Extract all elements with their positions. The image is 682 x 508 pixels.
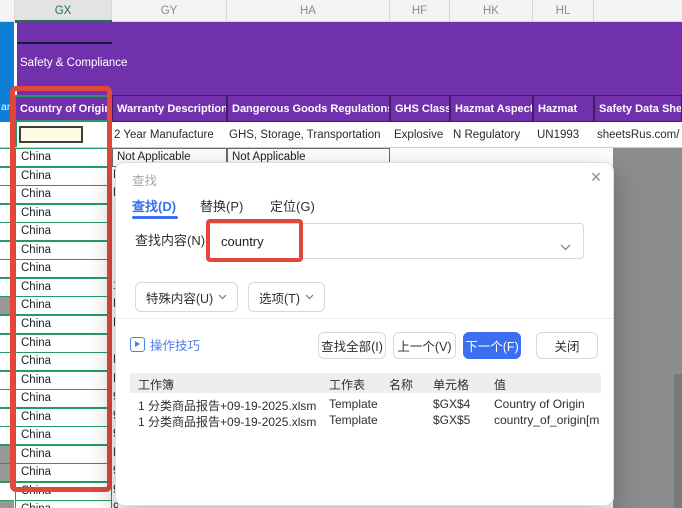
dialog-divider: [117, 318, 613, 319]
next-button[interactable]: 下一个(F): [463, 332, 521, 359]
header-cell-dangerous-goods[interactable]: Dangerous Goods Regulations: [227, 95, 390, 122]
active-tab-underline: [132, 216, 178, 219]
chevron-down-icon: [218, 294, 227, 300]
column-header-blank[interactable]: [0, 0, 15, 22]
column-header-ha[interactable]: HA: [227, 0, 390, 22]
dialog-title: 查找: [132, 170, 157, 189]
column-header-blank-right[interactable]: [594, 0, 682, 22]
results-header-sheet[interactable]: 工作表: [329, 376, 365, 393]
results-header-row: 工作簿 工作表 名称 单元格 值: [130, 373, 601, 393]
partial-left-cell[interactable]: [0, 500, 14, 508]
header-cell-hazmat-aspect[interactable]: Hazmat Aspect: [450, 95, 533, 122]
cell-hf4[interactable]: Explosive: [394, 122, 450, 148]
tutorial-icon: [130, 337, 145, 352]
background-gray-edge: [674, 374, 682, 508]
cell-ha4[interactable]: GHS, Storage, Transportation: [229, 122, 390, 148]
spreadsheet-app-window: GX GY HA HF HK HL Safety & Compliance am…: [0, 0, 682, 508]
chevron-down-icon: [305, 294, 314, 300]
find-content-label: 查找内容(N): [135, 223, 205, 259]
find-dialog: 查找 × 查找(D) 替换(P) 定位(G) 查找内容(N) country 特…: [115, 162, 614, 506]
annotation-rect-gx-column: [10, 86, 112, 492]
search-results-table: 工作簿 工作表 名称 单元格 值 1 分类商品报告+09-19-2025.xls…: [130, 373, 601, 493]
close-button[interactable]: 关闭: [536, 332, 598, 359]
cell-gx-china[interactable]: China: [15, 500, 112, 508]
options-button[interactable]: 选项(T): [248, 282, 325, 312]
tab-find[interactable]: 查找(D): [132, 196, 176, 215]
header-cell-safety-data-sheet[interactable]: Safety Data Sheet: [594, 95, 682, 122]
background-gray-area: [613, 148, 682, 508]
header-cell-ghs-class[interactable]: GHS Class: [390, 95, 450, 122]
cell-gy4[interactable]: 2 Year Manufacture: [114, 122, 227, 148]
header-cell-hazmat[interactable]: Hazmat: [533, 95, 594, 122]
column-header-gx[interactable]: GX: [15, 0, 112, 22]
annotation-rect-find-value: [206, 219, 303, 262]
cell-hk4[interactable]: N Regulatory: [453, 122, 533, 148]
previous-button[interactable]: 上一个(V): [393, 332, 456, 359]
tab-goto[interactable]: 定位(G): [270, 196, 315, 215]
tips-link[interactable]: 操作技巧: [130, 335, 200, 354]
chevron-down-icon[interactable]: [560, 239, 571, 254]
tab-replace[interactable]: 替换(P): [200, 196, 243, 215]
column-header-hf[interactable]: HF: [390, 0, 450, 22]
special-content-button[interactable]: 特殊内容(U): [135, 282, 238, 312]
find-all-button[interactable]: 查找全部(I): [318, 332, 386, 359]
results-header-value[interactable]: 值: [494, 376, 506, 393]
close-icon[interactable]: ×: [584, 165, 608, 189]
banner-cell-border: [17, 42, 112, 44]
cell-hl4[interactable]: UN1993: [537, 122, 594, 148]
column-header-gy[interactable]: GY: [112, 0, 227, 22]
column-header-hk[interactable]: HK: [450, 0, 533, 22]
results-header-workbook[interactable]: 工作簿: [138, 376, 174, 393]
results-header-cell[interactable]: 单元格: [433, 376, 469, 393]
results-header-name[interactable]: 名称: [389, 376, 413, 393]
cell-sds4[interactable]: sheetsRus.com/: [597, 122, 682, 148]
column-header-hl[interactable]: HL: [533, 0, 594, 22]
header-cell-warranty-description[interactable]: Warranty Description: [112, 95, 227, 122]
banner-title: Safety & Compliance: [20, 57, 127, 69]
